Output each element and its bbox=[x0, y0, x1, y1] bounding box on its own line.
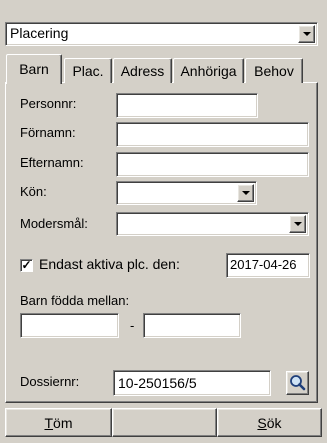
fornamn-input[interactable] bbox=[116, 122, 309, 147]
born-between-separator: - bbox=[130, 318, 135, 333]
chevron-down-icon bbox=[293, 222, 302, 226]
dossier-search-button[interactable] bbox=[286, 371, 309, 395]
personnr-label: Personnr: bbox=[20, 96, 77, 111]
active-only-checkbox[interactable]: ✓ bbox=[20, 259, 33, 272]
modersmal-dropdown-button[interactable] bbox=[289, 215, 306, 233]
kon-dropdown-button[interactable] bbox=[237, 184, 254, 202]
kon-select[interactable] bbox=[116, 181, 257, 205]
tab-barn[interactable]: Barn bbox=[6, 54, 62, 84]
category-select-dropdown-button[interactable] bbox=[298, 25, 315, 43]
dossiernr-label: Dossiernr: bbox=[20, 374, 80, 389]
efternamn-label: Efternamn: bbox=[20, 155, 84, 170]
modersmal-label: Modersmål: bbox=[20, 216, 88, 231]
checkmark-icon: ✓ bbox=[21, 258, 32, 272]
tab-anhoriga[interactable]: Anhöriga bbox=[173, 58, 244, 83]
tab-behov[interactable]: Behov bbox=[245, 58, 303, 83]
efternamn-input[interactable] bbox=[116, 152, 309, 177]
search-button[interactable]: Sök bbox=[217, 408, 322, 437]
footer-spacer bbox=[112, 408, 217, 437]
tab-plac[interactable]: Plac. bbox=[64, 58, 112, 83]
tab-adress[interactable]: Adress bbox=[113, 58, 172, 83]
magnifier-icon bbox=[290, 375, 306, 391]
born-between-label: Barn födda mellan: bbox=[20, 293, 130, 308]
born-from-input[interactable] bbox=[20, 313, 119, 338]
chevron-down-icon bbox=[302, 32, 311, 36]
active-date-input[interactable]: 2017-04-26 bbox=[226, 253, 310, 278]
active-only-label: Endast aktiva plc. den: bbox=[39, 256, 180, 272]
personnr-input[interactable] bbox=[116, 93, 258, 118]
born-to-input[interactable] bbox=[143, 313, 241, 338]
kon-label: Kön: bbox=[20, 184, 47, 199]
clear-button[interactable]: Töm bbox=[5, 408, 112, 437]
dossiernr-input[interactable]: 10-250156/5 bbox=[113, 370, 271, 396]
chevron-down-icon bbox=[241, 191, 250, 195]
category-select[interactable]: Placering bbox=[5, 22, 318, 46]
fornamn-label: Förnamn: bbox=[20, 125, 76, 140]
modersmal-select[interactable] bbox=[116, 212, 309, 236]
category-select-value: Placering bbox=[10, 25, 69, 41]
